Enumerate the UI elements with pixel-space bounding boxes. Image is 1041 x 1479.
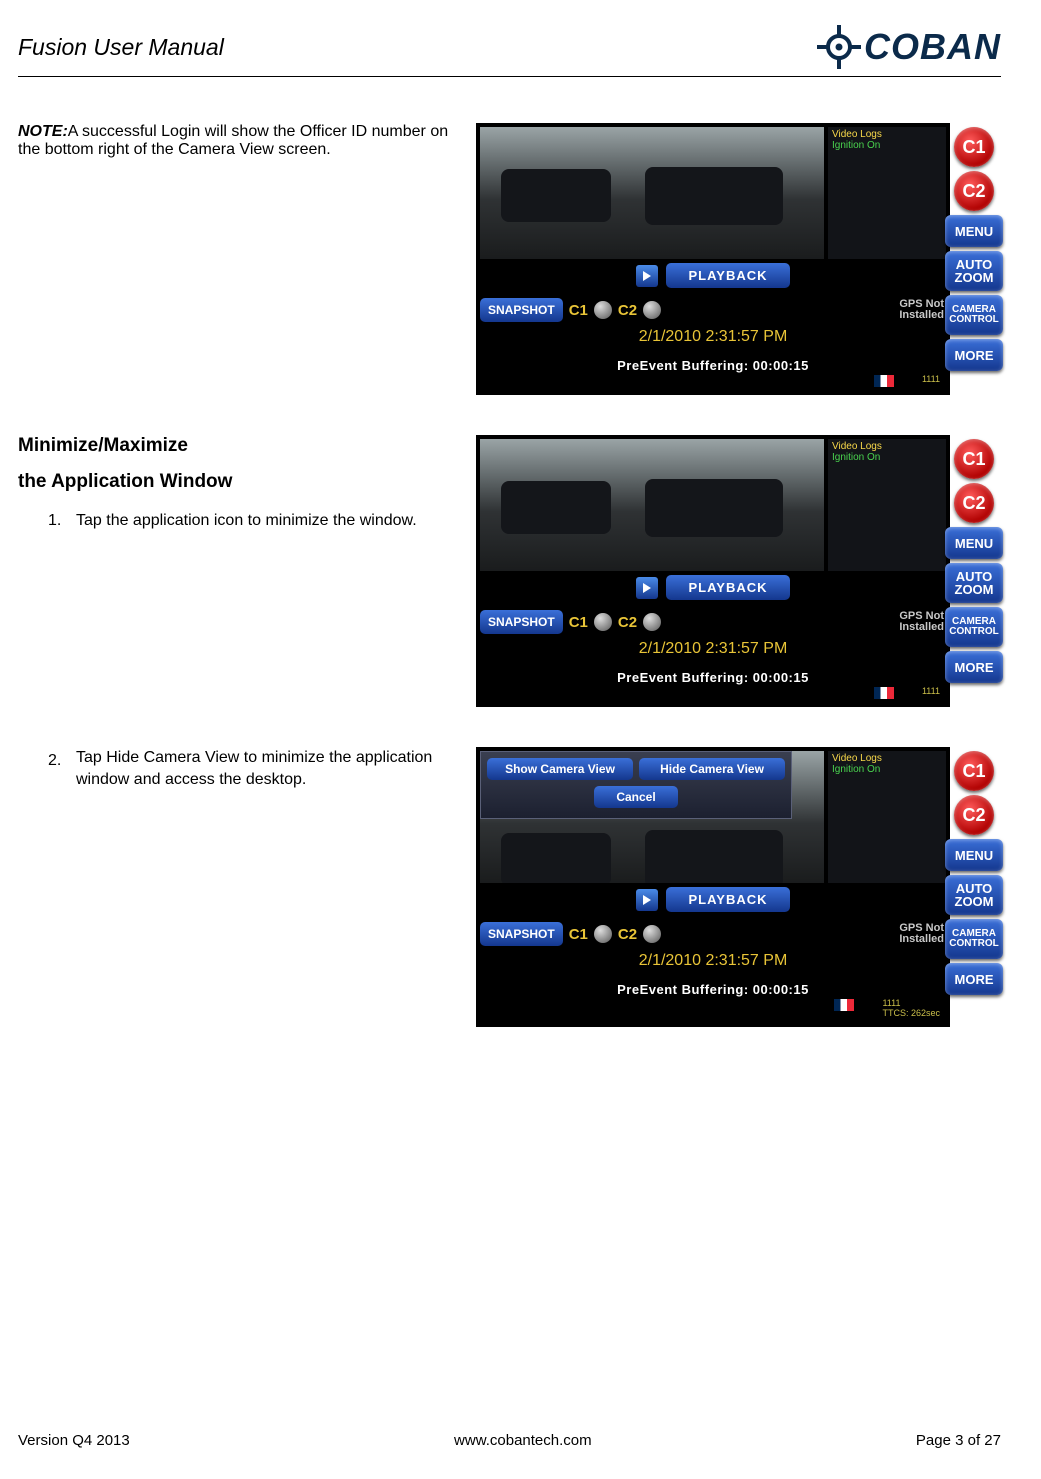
more-button[interactable]: MORE [945,651,1003,683]
timestamp: 2/1/2010 2:31:57 PM [480,328,946,346]
flag-icon [874,687,894,699]
play-icon[interactable] [636,265,658,287]
preevent-buffer: PreEvent Buffering: 00:00:15 [480,982,946,997]
status-video-logs: Video Logs [832,441,942,452]
camera1-label: C1 [569,302,588,319]
flag-icon [834,999,854,1011]
camera2-indicator[interactable] [643,613,661,631]
playback-button[interactable]: PLAYBACK [666,263,789,288]
camera1-label: C1 [569,614,588,631]
flag-icon [874,375,894,387]
cancel-button[interactable]: Cancel [594,786,677,808]
camera-view-screenshot-3: Video Logs Ignition On Show Camera View … [476,747,950,1027]
camera1-indicator[interactable] [594,613,612,631]
c2-button[interactable]: C2 [954,795,994,835]
status-video-logs: Video Logs [832,129,942,140]
play-icon[interactable] [636,577,658,599]
status-video-logs: Video Logs [832,753,942,764]
camera-feed [480,439,824,571]
c1-button[interactable]: C1 [954,439,994,479]
more-button[interactable]: MORE [945,339,1003,371]
status-ignition: Ignition On [832,140,942,151]
officer-id: 1111 [922,687,940,699]
more-button[interactable]: MORE [945,963,1003,995]
autozoom-button[interactable]: AUTO ZOOM [945,251,1003,291]
timestamp: 2/1/2010 2:31:57 PM [480,952,946,970]
c1-button[interactable]: C1 [954,127,994,167]
menu-button[interactable]: MENU [945,215,1003,247]
section-heading-line1: Minimize/Maximize [18,435,458,457]
camera2-label: C2 [618,926,637,943]
camera-control-button[interactable]: CAMERA CONTROL [945,295,1003,335]
camera2-label: C2 [618,302,637,319]
gps-status: GPS Not Installed [899,611,944,633]
camera2-label: C2 [618,614,637,631]
status-panel: Video Logs Ignition On [828,127,946,259]
playback-button[interactable]: PLAYBACK [666,887,789,912]
brand-logo: COBAN [814,22,1001,72]
officer-id: 1111 [922,375,940,387]
logo-icon [814,22,864,72]
autozoom-button[interactable]: AUTO ZOOM [945,563,1003,603]
gps-status: GPS Not Installed [899,923,944,945]
snapshot-button[interactable]: SNAPSHOT [480,922,563,946]
menu-button[interactable]: MENU [945,527,1003,559]
footer-url: www.cobantech.com [454,1432,592,1449]
camera-control-button[interactable]: CAMERA CONTROL [945,607,1003,647]
hide-show-dialog: Show Camera View Hide Camera View Cancel [480,751,792,819]
status-ignition: Ignition On [832,452,942,463]
menu-button[interactable]: MENU [945,839,1003,871]
camera2-indicator[interactable] [643,925,661,943]
step-1-text: Tap the application icon to minimize the… [76,507,458,534]
step-2-text: Tap Hide Camera View to minimize the app… [76,747,458,790]
brand-name: COBAN [864,26,1001,68]
camera-view-screenshot-2: Video Logs Ignition On PLAYBACK SNAPSHOT… [476,435,950,707]
note-text: A successful Login will show the Officer… [18,123,448,158]
gps-status: GPS Not Installed [899,299,944,321]
footer-page: Page 3 of 27 [916,1432,1001,1449]
camera-control-button[interactable]: CAMERA CONTROL [945,919,1003,959]
c2-button[interactable]: C2 [954,483,994,523]
section-heading-line2: the Application Window [18,471,458,493]
camera-feed [480,127,824,259]
manual-title: Fusion User Manual [18,34,224,61]
status-ignition: Ignition On [832,764,942,775]
camera1-indicator[interactable] [594,925,612,943]
preevent-buffer: PreEvent Buffering: 00:00:15 [480,670,946,685]
camera-view-screenshot-1: Video Logs Ignition On PLAYBACK SNAPSHOT… [476,123,950,395]
timestamp: 2/1/2010 2:31:57 PM [480,640,946,658]
hide-camera-view-button[interactable]: Hide Camera View [639,758,785,780]
play-icon[interactable] [636,889,658,911]
note-label: NOTE: [18,123,68,140]
status-panel: Video Logs Ignition On [828,439,946,571]
step-2-number: 2. [48,747,76,790]
camera2-indicator[interactable] [643,301,661,319]
camera1-label: C1 [569,926,588,943]
autozoom-button[interactable]: AUTO ZOOM [945,875,1003,915]
page-footer: Version Q4 2013 www.cobantech.com Page 3… [18,1424,1001,1449]
playback-button[interactable]: PLAYBACK [666,575,789,600]
snapshot-button[interactable]: SNAPSHOT [480,610,563,634]
snapshot-button[interactable]: SNAPSHOT [480,298,563,322]
c2-button[interactable]: C2 [954,171,994,211]
page-header: Fusion User Manual COBAN [18,22,1001,77]
step-1-number: 1. [48,507,76,534]
show-camera-view-button[interactable]: Show Camera View [487,758,633,780]
c1-button[interactable]: C1 [954,751,994,791]
footer-version: Version Q4 2013 [18,1432,130,1449]
preevent-buffer: PreEvent Buffering: 00:00:15 [480,358,946,373]
ttcs-value: TTCS: 262sec [882,1009,940,1019]
status-panel: Video Logs Ignition On [828,751,946,883]
camera1-indicator[interactable] [594,301,612,319]
